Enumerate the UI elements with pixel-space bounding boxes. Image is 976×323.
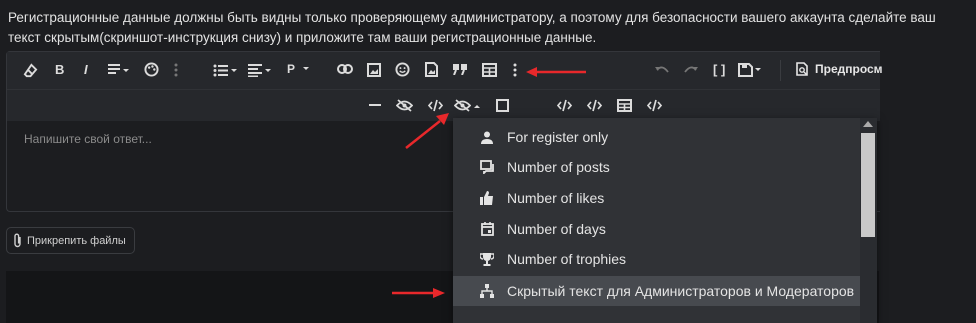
hide-content-dropdown[interactable]	[454, 99, 480, 112]
menu-item-register-only[interactable]: For register only	[453, 122, 861, 152]
more-vertical-icon[interactable]	[174, 63, 178, 77]
editor-toolbar-main: B I P [ ] Предпросм	[7, 52, 883, 89]
instruction-text: Регистрационные данные должны быть видны…	[8, 10, 936, 45]
attach-files-button[interactable]: Прикрепить файлы	[6, 227, 135, 254]
thumbs-up-icon	[477, 191, 497, 205]
menu-item-label: Скрытый текст для Администраторов и Моде…	[507, 283, 855, 299]
trophy-icon	[477, 252, 497, 266]
sitemap-icon	[477, 284, 497, 298]
red-arrow-toolbar	[526, 67, 586, 77]
preview-label: Предпросм	[815, 62, 883, 76]
smiley-icon[interactable]	[395, 62, 410, 77]
hide-options-menu: For register only Number of posts Number…	[453, 118, 877, 323]
preview-icon	[796, 62, 808, 76]
paragraph-label: P	[287, 62, 296, 76]
red-arrow-eye	[405, 113, 449, 149]
quote-icon[interactable]	[453, 64, 467, 75]
square-icon[interactable]	[496, 99, 509, 112]
table-icon[interactable]	[482, 63, 497, 77]
redo-icon[interactable]	[684, 65, 698, 75]
menu-item-days[interactable]: Number of days	[453, 214, 861, 244]
menu-item-label: Number of posts	[507, 159, 610, 175]
menu-item-label: Number of days	[507, 221, 606, 237]
eraser-icon[interactable]	[23, 63, 38, 78]
code-icon-2[interactable]	[557, 99, 572, 112]
save-draft-dropdown[interactable]	[738, 63, 762, 77]
menu-item-label: Number of likes	[507, 190, 605, 206]
calendar-icon	[477, 222, 497, 236]
red-arrow-menu-item	[392, 288, 445, 298]
link-icon[interactable]	[337, 64, 353, 74]
menu-item-label: For register only	[507, 129, 609, 145]
menu-item-trophies[interactable]: Number of trophies	[453, 244, 861, 274]
palette-icon[interactable]	[144, 62, 159, 77]
italic-button[interactable]: I	[84, 62, 88, 77]
text-style-dropdown[interactable]	[107, 63, 129, 77]
undo-icon[interactable]	[655, 65, 669, 75]
menu-item-posts[interactable]: Number of posts	[453, 152, 861, 182]
list-dropdown[interactable]	[213, 64, 237, 77]
comments-icon	[477, 160, 497, 174]
bbcode-toggle-icon[interactable]: [ ]	[713, 62, 725, 77]
scroll-up-icon[interactable]	[863, 121, 873, 127]
more-options-icon[interactable]	[513, 63, 517, 77]
horizontal-rule-icon[interactable]	[369, 104, 381, 106]
reply-input[interactable]: Напишите свой ответ...	[24, 132, 152, 146]
code-icon-4[interactable]	[647, 99, 662, 112]
bold-button[interactable]: B	[55, 62, 64, 77]
preview-button[interactable]: Предпросм	[796, 62, 883, 76]
media-icon[interactable]	[425, 62, 438, 77]
code-icon-3[interactable]	[587, 99, 602, 112]
eye-slash-icon[interactable]	[396, 99, 413, 112]
menu-item-label: Number of trophies	[507, 251, 627, 267]
scrollbar-thumb[interactable]	[861, 133, 875, 237]
menu-item-likes[interactable]: Number of likes	[453, 183, 861, 213]
user-icon	[477, 131, 497, 144]
image-icon[interactable]	[367, 63, 381, 77]
align-dropdown[interactable]	[248, 64, 271, 77]
table-icon-2[interactable]	[617, 99, 632, 112]
paragraph-dropdown[interactable]: P	[287, 62, 310, 76]
menu-item-hidden-admin-mod[interactable]: Скрытый текст для Администраторов и Моде…	[453, 276, 861, 306]
code-icon[interactable]	[428, 99, 443, 112]
attach-files-label: Прикрепить файлы	[27, 234, 126, 247]
paperclip-icon	[14, 233, 21, 248]
toolbar-divider	[780, 60, 781, 81]
